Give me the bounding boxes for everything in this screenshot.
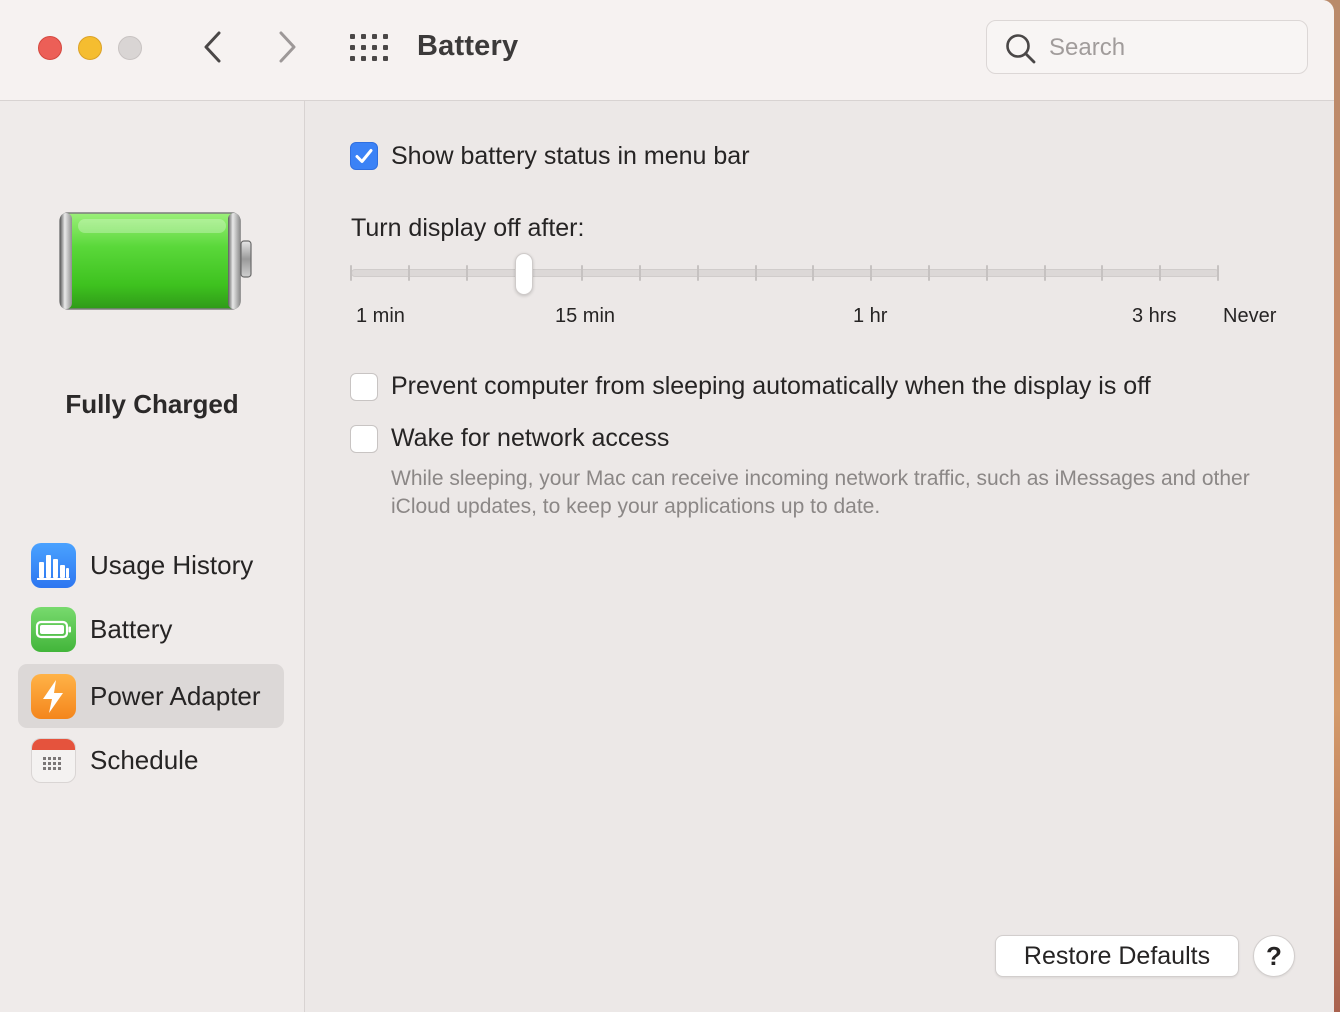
slider-tick xyxy=(870,265,873,281)
slider-tick xyxy=(1043,265,1046,281)
chevron-left-icon xyxy=(204,31,221,63)
slider-tick xyxy=(1159,265,1162,281)
battery-full-icon xyxy=(59,212,252,310)
slider-tick xyxy=(1217,265,1219,281)
grid-icon xyxy=(350,34,388,61)
restore-defaults-button[interactable]: Restore Defaults xyxy=(995,935,1239,977)
calendar-icon xyxy=(31,737,76,783)
slider-tick-label-3-hrs: 3 hrs xyxy=(1132,305,1177,327)
slider-tick xyxy=(985,265,988,281)
slider-tick-label-15-min: 15 min xyxy=(555,305,616,327)
show-all-button[interactable] xyxy=(350,34,388,62)
forward-button[interactable] xyxy=(272,30,302,64)
search-input[interactable] xyxy=(1047,31,1291,65)
wake-network-label: Wake for network access xyxy=(391,424,670,452)
bar-chart-icon xyxy=(31,542,76,588)
chevron-right-icon xyxy=(279,31,296,63)
title-bar: Battery xyxy=(0,0,1334,101)
display-off-slider-track[interactable] xyxy=(351,269,1219,277)
zoom-button[interactable] xyxy=(118,36,142,60)
slider-tick xyxy=(639,265,641,281)
slider-tick xyxy=(696,265,699,281)
system-preferences-window: Battery Search Fully Charged Usage Histo… xyxy=(0,0,1334,1012)
back-button[interactable] xyxy=(198,30,228,64)
help-button[interactable]: ? xyxy=(1253,935,1295,977)
sidebar-item-label: Power Adapter xyxy=(90,680,261,711)
show-battery-status-label: Show battery status in menu bar xyxy=(391,142,750,170)
lightning-bolt-icon xyxy=(31,673,76,719)
battery-icon xyxy=(31,606,76,652)
window-title: Battery xyxy=(417,30,519,62)
display-off-label: Turn display off after: xyxy=(351,214,585,242)
slider-tick xyxy=(928,265,930,281)
close-button[interactable] xyxy=(38,36,62,60)
sidebar-item-battery[interactable]: Battery xyxy=(18,597,284,661)
slider-tick xyxy=(465,265,468,281)
search-icon xyxy=(1006,34,1036,64)
slider-tick xyxy=(407,265,410,281)
wake-network-checkbox[interactable] xyxy=(350,425,378,453)
prevent-sleep-label: Prevent computer from sleeping automatic… xyxy=(391,372,1151,400)
sidebar-item-power-adapter[interactable]: Power Adapter xyxy=(18,664,284,728)
slider-tick xyxy=(754,265,757,281)
minimize-button[interactable] xyxy=(78,36,102,60)
sidebar-item-label: Usage History xyxy=(90,549,254,580)
battery-status-label: Fully Charged xyxy=(65,389,239,419)
sidebar-item-usage-history[interactable]: Usage History xyxy=(18,533,284,597)
sidebar-item-schedule[interactable]: Schedule xyxy=(18,728,284,792)
sidebar-item-label: Battery xyxy=(90,613,173,644)
show-battery-status-checkbox[interactable] xyxy=(350,142,378,170)
slider-tick-label-1-hr: 1 hr xyxy=(853,305,888,327)
prevent-sleep-checkbox[interactable] xyxy=(350,373,378,401)
slider-tick-label-never: Never xyxy=(1223,305,1277,327)
slider-tick-label-1-min: 1 min xyxy=(356,305,405,327)
wake-network-description: While sleeping, your Mac can receive inc… xyxy=(391,467,1250,518)
main-panel: Show battery status in menu bar Turn dis… xyxy=(305,101,1334,1012)
display-off-slider-knob[interactable] xyxy=(515,253,534,295)
sidebar: Fully Charged Usage History Battery Powe… xyxy=(0,101,305,1012)
slider-tick xyxy=(350,265,352,281)
search-field[interactable] xyxy=(986,20,1308,74)
checkmark-icon xyxy=(355,149,373,163)
sidebar-item-label: Schedule xyxy=(90,744,199,775)
slider-tick xyxy=(581,265,584,281)
